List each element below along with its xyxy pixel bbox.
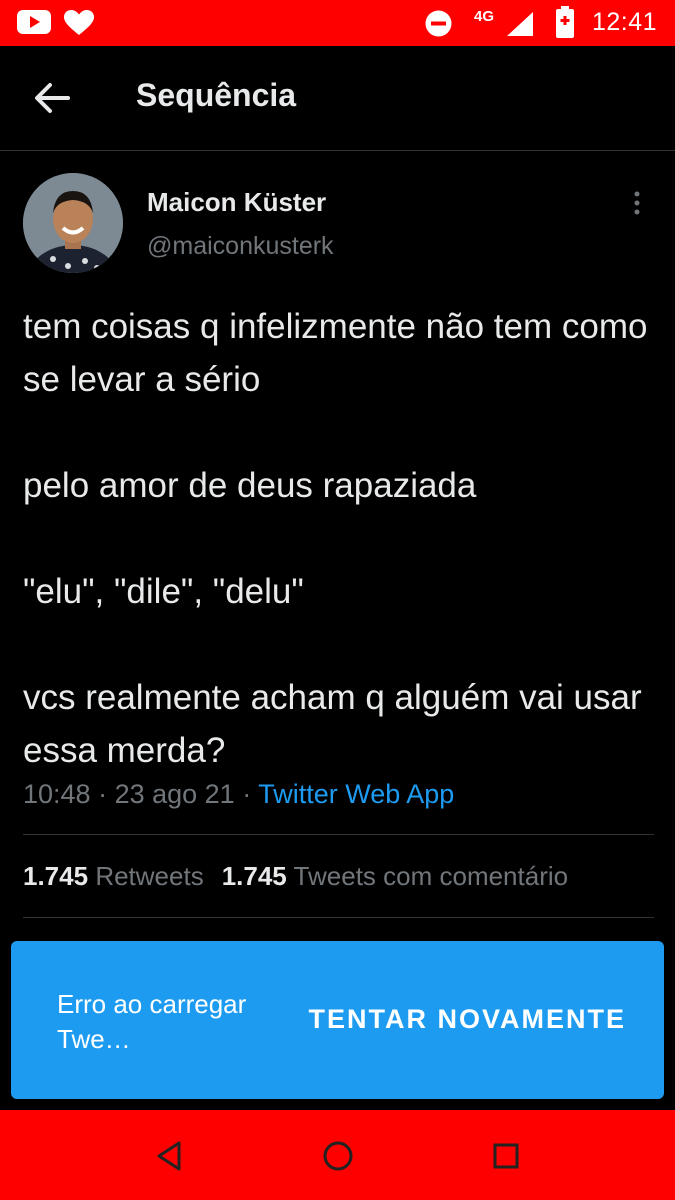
tweet-source-link[interactable]: Twitter Web App — [258, 779, 454, 809]
quote-tweets-label: Tweets com comentário — [293, 861, 569, 891]
tweet-paragraph: pelo amor de deus rapaziada — [23, 466, 477, 505]
nav-home-button[interactable] — [318, 1136, 358, 1176]
heart-icon — [64, 10, 94, 41]
battery-icon — [556, 6, 574, 43]
signal-icon — [507, 12, 533, 41]
meta-separator: · — [234, 779, 259, 809]
status-bar: 4G 12:41 — [0, 0, 675, 46]
retry-button[interactable]: TENTAR NOVAMENTE — [309, 1004, 627, 1035]
more-vertical-icon — [634, 191, 640, 215]
tweet-text: tem coisas q infelizmente não tem como s… — [23, 300, 663, 777]
snackbar-message: Erro ao carregar Twe… — [57, 989, 247, 1054]
more-options-button[interactable] — [626, 190, 648, 218]
nav-recents-button[interactable] — [486, 1136, 526, 1176]
tweet-metadata: 10:48 · 23 ago 21 · Twitter Web App — [23, 779, 454, 810]
arrow-left-icon — [35, 83, 70, 113]
recents-square-icon — [493, 1143, 519, 1169]
quote-tweets-stat[interactable]: 1.745 Tweets com comentário — [222, 861, 568, 891]
tweet-paragraph: tem coisas q infelizmente não tem como s… — [23, 307, 648, 399]
top-app-bar: Sequência — [0, 46, 675, 151]
quote-tweets-count: 1.745 — [221, 861, 287, 891]
nav-back-button[interactable] — [150, 1136, 190, 1176]
tweet-stats: 1.745 Retweets 1.745 Tweets com comentári… — [23, 861, 568, 892]
back-triangle-icon — [157, 1141, 181, 1171]
divider — [23, 917, 654, 918]
network-type-label: 4G — [474, 8, 495, 25]
retweets-label: Retweets — [95, 861, 204, 891]
clock-label: 12:41 — [591, 8, 657, 36]
retweets-stat[interactable]: 1.745 Retweets — [23, 861, 204, 891]
back-button[interactable] — [30, 76, 74, 120]
divider — [23, 834, 654, 835]
home-circle-icon — [323, 1141, 353, 1171]
meta-separator: · — [90, 779, 115, 809]
youtube-icon — [17, 10, 51, 39]
retweets-count: 1.745 — [23, 861, 89, 891]
tweet-date: 23 ago 21 — [114, 779, 235, 809]
author-name[interactable]: Maicon Küster — [147, 187, 326, 218]
tweet-time: 10:48 — [23, 779, 91, 809]
author-handle[interactable]: @maiconkusterk — [147, 232, 334, 261]
page-title: Sequência — [136, 77, 297, 113]
tweet-paragraph: vcs realmente acham q alguém vai usar es… — [23, 678, 642, 770]
tweet-paragraph: "elu", "dile", "delu" — [23, 572, 304, 611]
error-snackbar: Erro ao carregar Twe… TENTAR NOVAMENTE — [11, 941, 664, 1099]
avatar[interactable] — [23, 173, 123, 273]
do-not-disturb-icon — [425, 10, 452, 42]
system-navigation-bar — [0, 1110, 675, 1200]
